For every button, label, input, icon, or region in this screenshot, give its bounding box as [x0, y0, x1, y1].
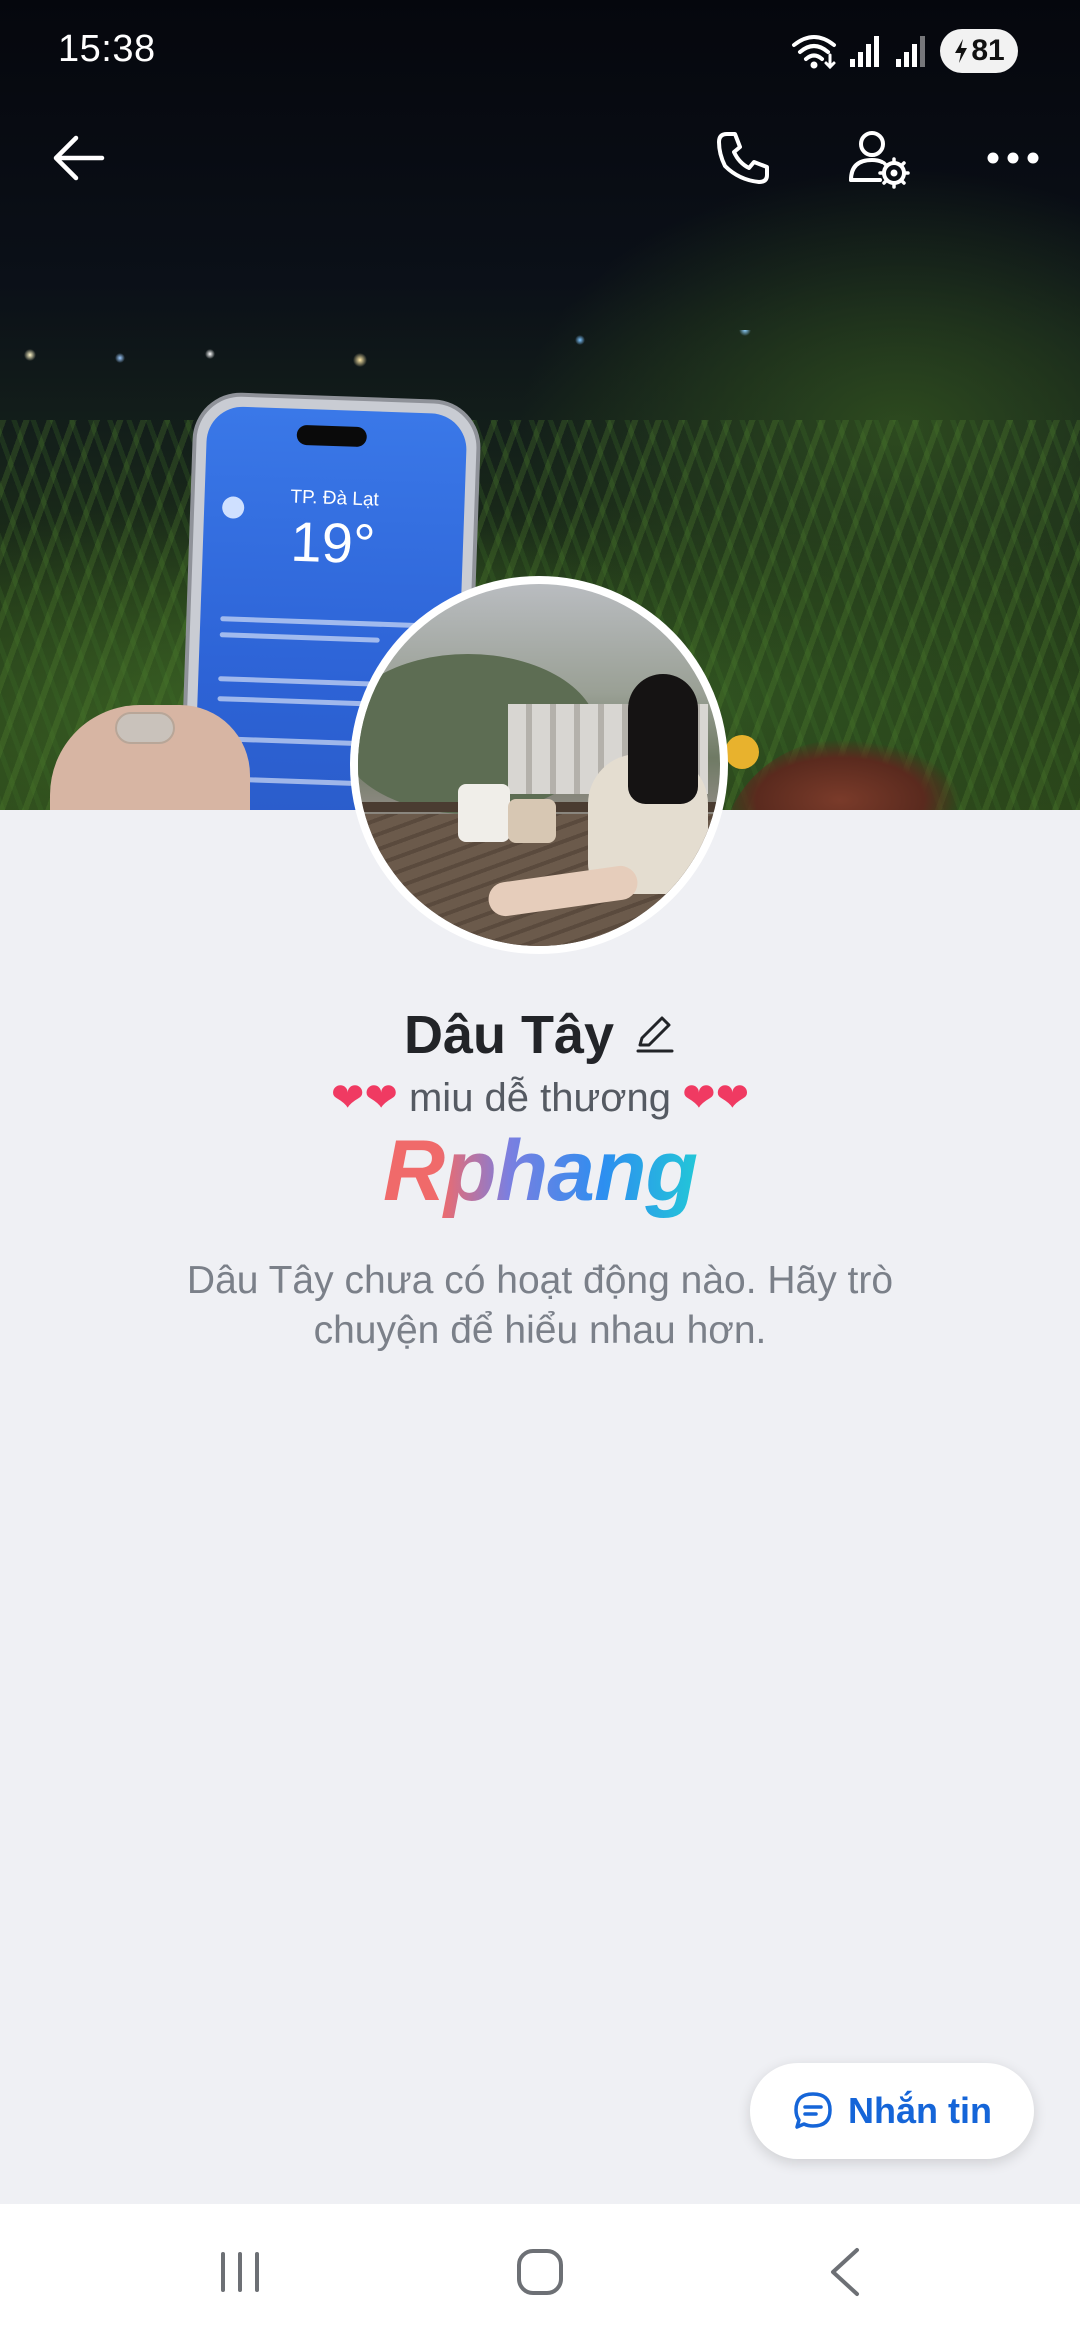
- send-message-button[interactable]: Nhắn tin: [750, 2063, 1034, 2159]
- pencil-icon: [636, 1016, 674, 1052]
- back-icon: [831, 2248, 859, 2296]
- cellular-signal-icon: [850, 36, 879, 67]
- heart-emoji: ❤❤: [682, 1076, 750, 1120]
- avatar-photo: [358, 584, 720, 946]
- avatar-person-hair: [628, 674, 698, 804]
- cover-hand-nail: [115, 712, 175, 744]
- avatar-bag: [508, 799, 556, 843]
- home-button[interactable]: [480, 2222, 600, 2322]
- phone-call-icon: [717, 132, 769, 184]
- profile-screen: TP. Đà Lạt 19° 15:38 81 Dâu Tây ❤❤ miu d…: [0, 0, 1080, 2340]
- avatar[interactable]: [350, 576, 728, 954]
- battery-charging-icon: [955, 39, 968, 63]
- home-icon: [517, 2249, 563, 2295]
- status-icons: 81: [790, 28, 1018, 74]
- cover-weather-temp: 19°: [289, 509, 377, 576]
- cover-city-lights: [0, 330, 1080, 380]
- recent-apps-icon: [221, 2252, 259, 2292]
- battery-level: 81: [971, 34, 1005, 67]
- battery-indicator: 81: [940, 29, 1018, 73]
- profile-name: Dâu Tây: [403, 1005, 615, 1065]
- more-options-icon: [987, 152, 1039, 164]
- cover-weather-line: [220, 616, 441, 629]
- recent-apps-button[interactable]: [180, 2222, 300, 2322]
- profile-settings-button[interactable]: [833, 113, 923, 203]
- brand-logo-watermark: Rphang: [0, 1122, 1080, 1221]
- edit-name-button[interactable]: [634, 1012, 676, 1059]
- send-message-label: Nhắn tin: [848, 2090, 992, 2131]
- bio-text: miu dễ thương: [408, 1076, 672, 1120]
- heart-emoji: ❤❤: [330, 1076, 398, 1120]
- status-bar: 15:38 81: [0, 0, 1080, 100]
- status-time: 15:38: [58, 28, 156, 70]
- more-options-button[interactable]: [968, 113, 1058, 203]
- top-action-bar: [0, 110, 1080, 210]
- brand-logo-text: Rphang: [382, 1123, 698, 1219]
- call-button[interactable]: [698, 113, 788, 203]
- system-nav-bar: [0, 2204, 1080, 2340]
- system-back-button[interactable]: [785, 2222, 905, 2322]
- profile-name-row: Dâu Tây: [0, 1000, 1080, 1070]
- cellular-signal-icon: [896, 36, 925, 67]
- profile-bio: ❤❤ miu dễ thương ❤❤: [0, 1075, 1080, 1121]
- cover-food-dot: [725, 735, 759, 769]
- user-settings-icon: [849, 131, 910, 189]
- cover-weather-line: [219, 632, 380, 643]
- avatar-bag: [458, 784, 510, 842]
- back-button[interactable]: [33, 113, 123, 203]
- wifi-icon: [792, 35, 836, 70]
- cover-phone-island: [296, 424, 368, 448]
- no-activity-message: Dâu Tây chưa có hoạt động nào. Hãy trò c…: [186, 1259, 894, 1352]
- back-arrow-icon: [53, 135, 105, 181]
- chat-bubble-icon: [794, 2092, 832, 2129]
